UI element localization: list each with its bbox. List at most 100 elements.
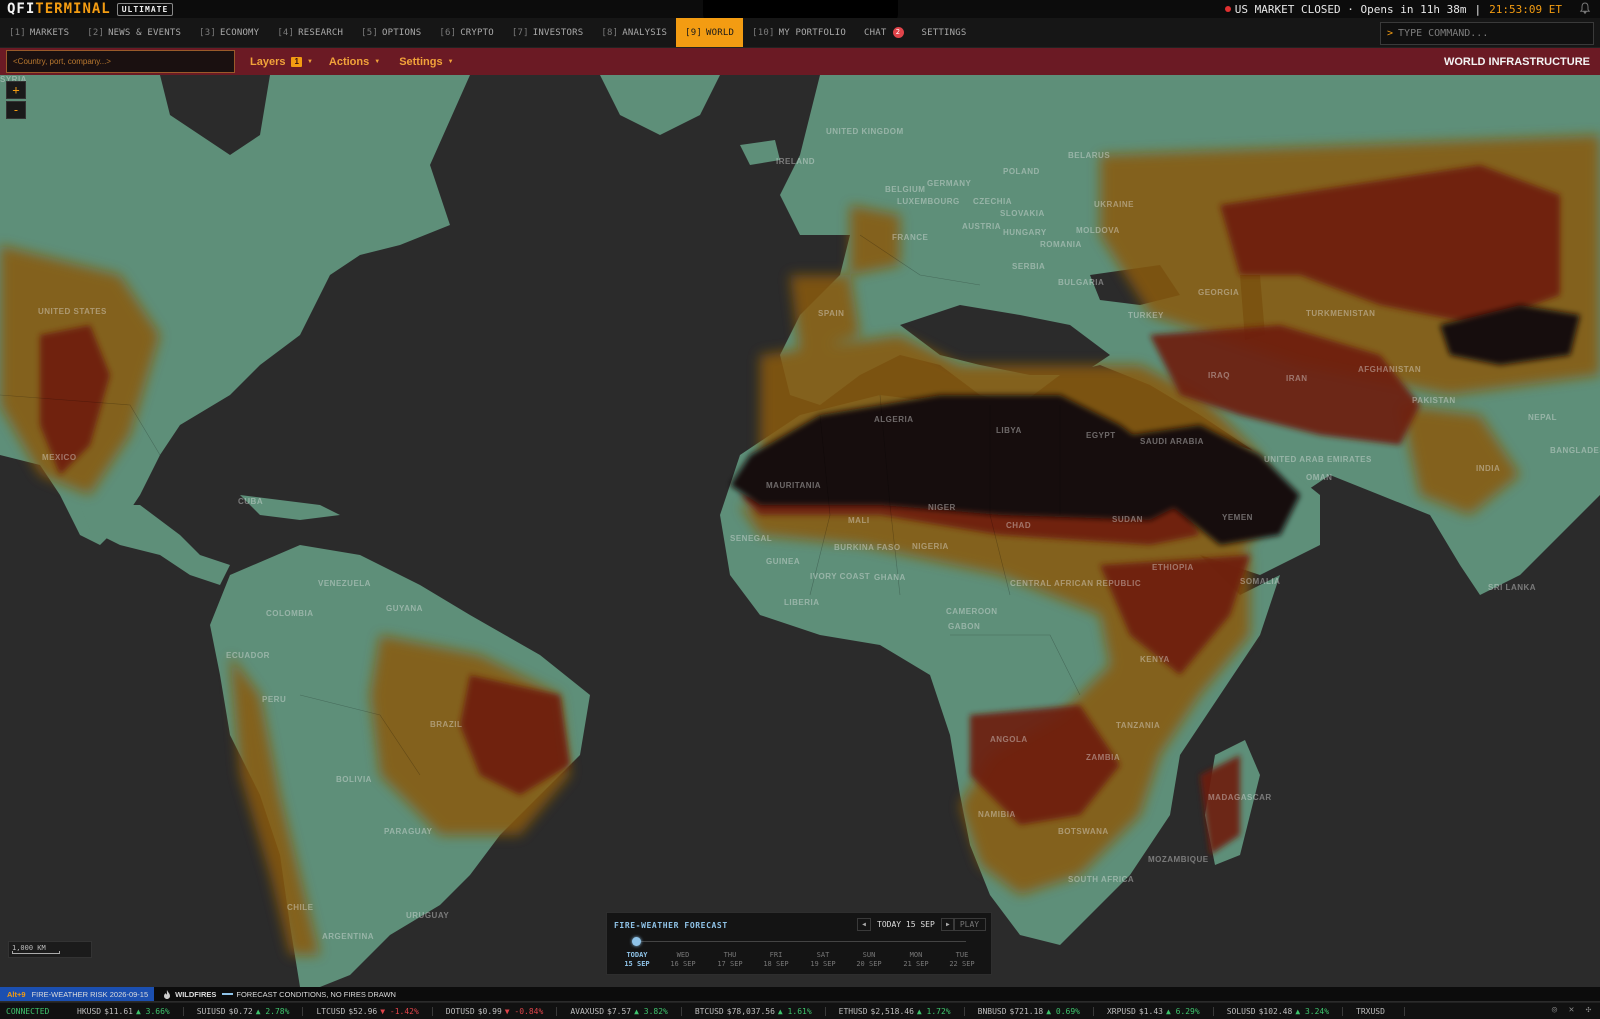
tab-number: [3] [199,27,216,38]
country-label: PARAGUAY [384,827,433,836]
tab-label: NEWS & EVENTS [108,27,182,38]
country-label: CENTRAL AFRICAN REPUBLIC [1010,579,1142,588]
country-label: COLOMBIA [266,609,314,618]
ticker-item[interactable]: SOLUSD $102.48 ▲ 3.24% [1214,1006,1344,1016]
ticker-price: $2,518.46 [870,1006,914,1016]
actions-label: Actions [328,55,370,68]
country-label: BULGARIA [1058,278,1105,287]
layer-note: FORECAST CONDITIONS, NO FIRES DRAWN [236,989,396,999]
tab-world[interactable]: [9] WORLD [676,18,744,47]
country-label: IRELAND [776,157,816,166]
tab-label: CHAT [864,27,887,38]
country-label: KENYA [1140,655,1170,664]
country-label: ECUADOR [226,651,270,660]
ticker-symbol: LTCUSD [316,1006,346,1016]
forecast-day-2[interactable]: THU 17 SEP [710,951,750,969]
country-label: NEPAL [1528,413,1558,422]
day-date: 22 SEP [949,960,975,968]
top-bar: QFITERMINAL ULTIMATE US MARKET CLOSED · … [0,0,1600,24]
country-label: CAMEROON [946,607,998,616]
zoom-out-button[interactable]: - [6,101,26,119]
ticker-symbol: BTCUSD [694,1006,724,1016]
ticker-item[interactable]: BTCUSD $78,037.56 ▲ 1.61% [682,1006,826,1016]
forecast-day-7[interactable]: TUE 22 SEP [942,951,982,969]
ticker-item[interactable]: TRXUSD [1343,1006,1405,1016]
country-label: BOLIVIA [336,775,372,784]
actions-menu-button[interactable]: Actions ▼ [329,56,380,68]
country-label: IVORY COAST [810,572,871,581]
ticker-item[interactable]: XRPUSD $1.43 ▲ 6.29% [1094,1006,1214,1016]
country-label: MAURITANIA [766,481,822,490]
ticker-price: $78,037.56 [726,1006,775,1016]
forecast-day-navigator: ◀ TODAY 15 SEP ▶ [857,918,955,931]
ticker-items: HKUSD $11.61 ▲ 3.66% SUIUSD $0.72 ▲ 2.78% LTCU… [64,1006,1405,1016]
country-label: POLAND [1003,167,1040,176]
location-search[interactable] [6,50,235,73]
instagram-icon[interactable]: ◎ [1549,1005,1560,1016]
ticker-change: ▲ 6.29% [1165,1006,1200,1016]
ticker-item[interactable]: BNBUSD $721.18 ▲ 0.69% [965,1006,1094,1016]
ticker-price: $7.57 [607,1006,632,1016]
country-label: BANGLADESH [1550,446,1600,455]
zoom-in-button[interactable]: + [6,81,26,99]
location-search-input[interactable] [13,57,228,66]
tab-crypto[interactable]: [6] CRYPTO [430,18,503,47]
play-button[interactable]: PLAY [953,918,986,931]
discord-icon[interactable]: ✣ [1583,1005,1594,1016]
ticker-item[interactable]: SUIUSD $0.72 ▲ 2.78% [184,1006,304,1016]
tab-my-portfolio[interactable]: [10] MY PORTFOLIO [743,18,855,47]
tab-economy[interactable]: [3] ECONOMY [190,18,268,47]
country-label: NIGER [928,503,956,512]
bell-icon[interactable] [1578,1,1592,15]
country-label: NIGERIA [912,542,949,551]
day-name: SAT [816,951,830,959]
ticker-item[interactable]: AVAXUSD $7.57 ▲ 3.82% [557,1006,682,1016]
tab-chat[interactable]: CHAT 2 [855,18,912,47]
country-label: MOZAMBIQUE [1148,855,1209,864]
tab-label: CRYPTO [460,27,494,38]
x-icon[interactable]: ✕ [1566,1005,1577,1016]
forecast-timeline-handle[interactable] [632,937,641,946]
day-date: 18 SEP [763,960,789,968]
ticker-item[interactable]: HKUSD $11.61 ▲ 3.66% [64,1006,184,1016]
tab-label: ANALYSIS [622,27,668,38]
ticker-item[interactable]: ETHUSD $2,518.46 ▲ 1.72% [826,1006,965,1016]
country-label: URUGUAY [406,911,450,920]
forecast-day-3[interactable]: FRI 18 SEP [756,951,796,969]
command-input[interactable] [1398,28,1589,39]
map-canvas[interactable] [0,75,1600,987]
country-label: YEMEN [1222,513,1253,522]
country-label: SOMALIA [1240,577,1281,586]
layers-menu-button[interactable]: Layers 1 ▼ [250,56,313,68]
logo-text: QFI [7,1,36,17]
forecast-day-1[interactable]: WED 16 SEP [663,951,703,969]
country-label: MADAGASCAR [1208,793,1272,802]
ticker-symbol: HKUSD [77,1006,102,1016]
settings-menu-button[interactable]: Settings ▼ [399,56,453,68]
previous-day-button[interactable]: ◀ [857,918,871,931]
ticker-price: $1.43 [1138,1006,1163,1016]
tab-analysis[interactable]: [8] ANALYSIS [592,18,676,47]
ticker-item[interactable]: DOTUSD $0.99 ▼ -0.84% [433,1006,558,1016]
tab-investors[interactable]: [7] INVESTORS [503,18,592,47]
day-date: 20 SEP [856,960,882,968]
forecast-day-6[interactable]: MON 21 SEP [896,951,936,969]
forecast-day-0[interactable]: TODAY 15 SEP [617,951,657,969]
forecast-timeline-track[interactable] [636,941,966,942]
tab-settings[interactable]: SETTINGS [913,18,976,47]
app-logo[interactable]: QFITERMINAL [7,1,111,17]
tab-options[interactable]: [5] OPTIONS [352,18,430,47]
country-label: SAUDI ARABIA [1140,437,1204,446]
ticker-item[interactable]: LTCUSD $52.96 ▼ -1.42% [303,1006,433,1016]
tab-research[interactable]: [4] RESEARCH [268,18,352,47]
world-map[interactable]: UNITED STATES MEXICO CUBA VENEZUELA COLO… [0,75,1600,987]
tier-badge: ULTIMATE [116,2,174,16]
country-label: ETHIOPIA [1152,563,1194,572]
command-bar[interactable]: > [1380,22,1594,45]
tab-number: [9] [685,27,703,38]
forecast-day-5[interactable]: SUN 20 SEP [849,951,889,969]
forecast-day-4[interactable]: SAT 19 SEP [803,951,843,969]
tab-news-events[interactable]: [2] NEWS & EVENTS [78,18,190,47]
country-label: GUYANA [386,604,423,613]
tab-markets[interactable]: [1] MARKETS [0,18,78,47]
